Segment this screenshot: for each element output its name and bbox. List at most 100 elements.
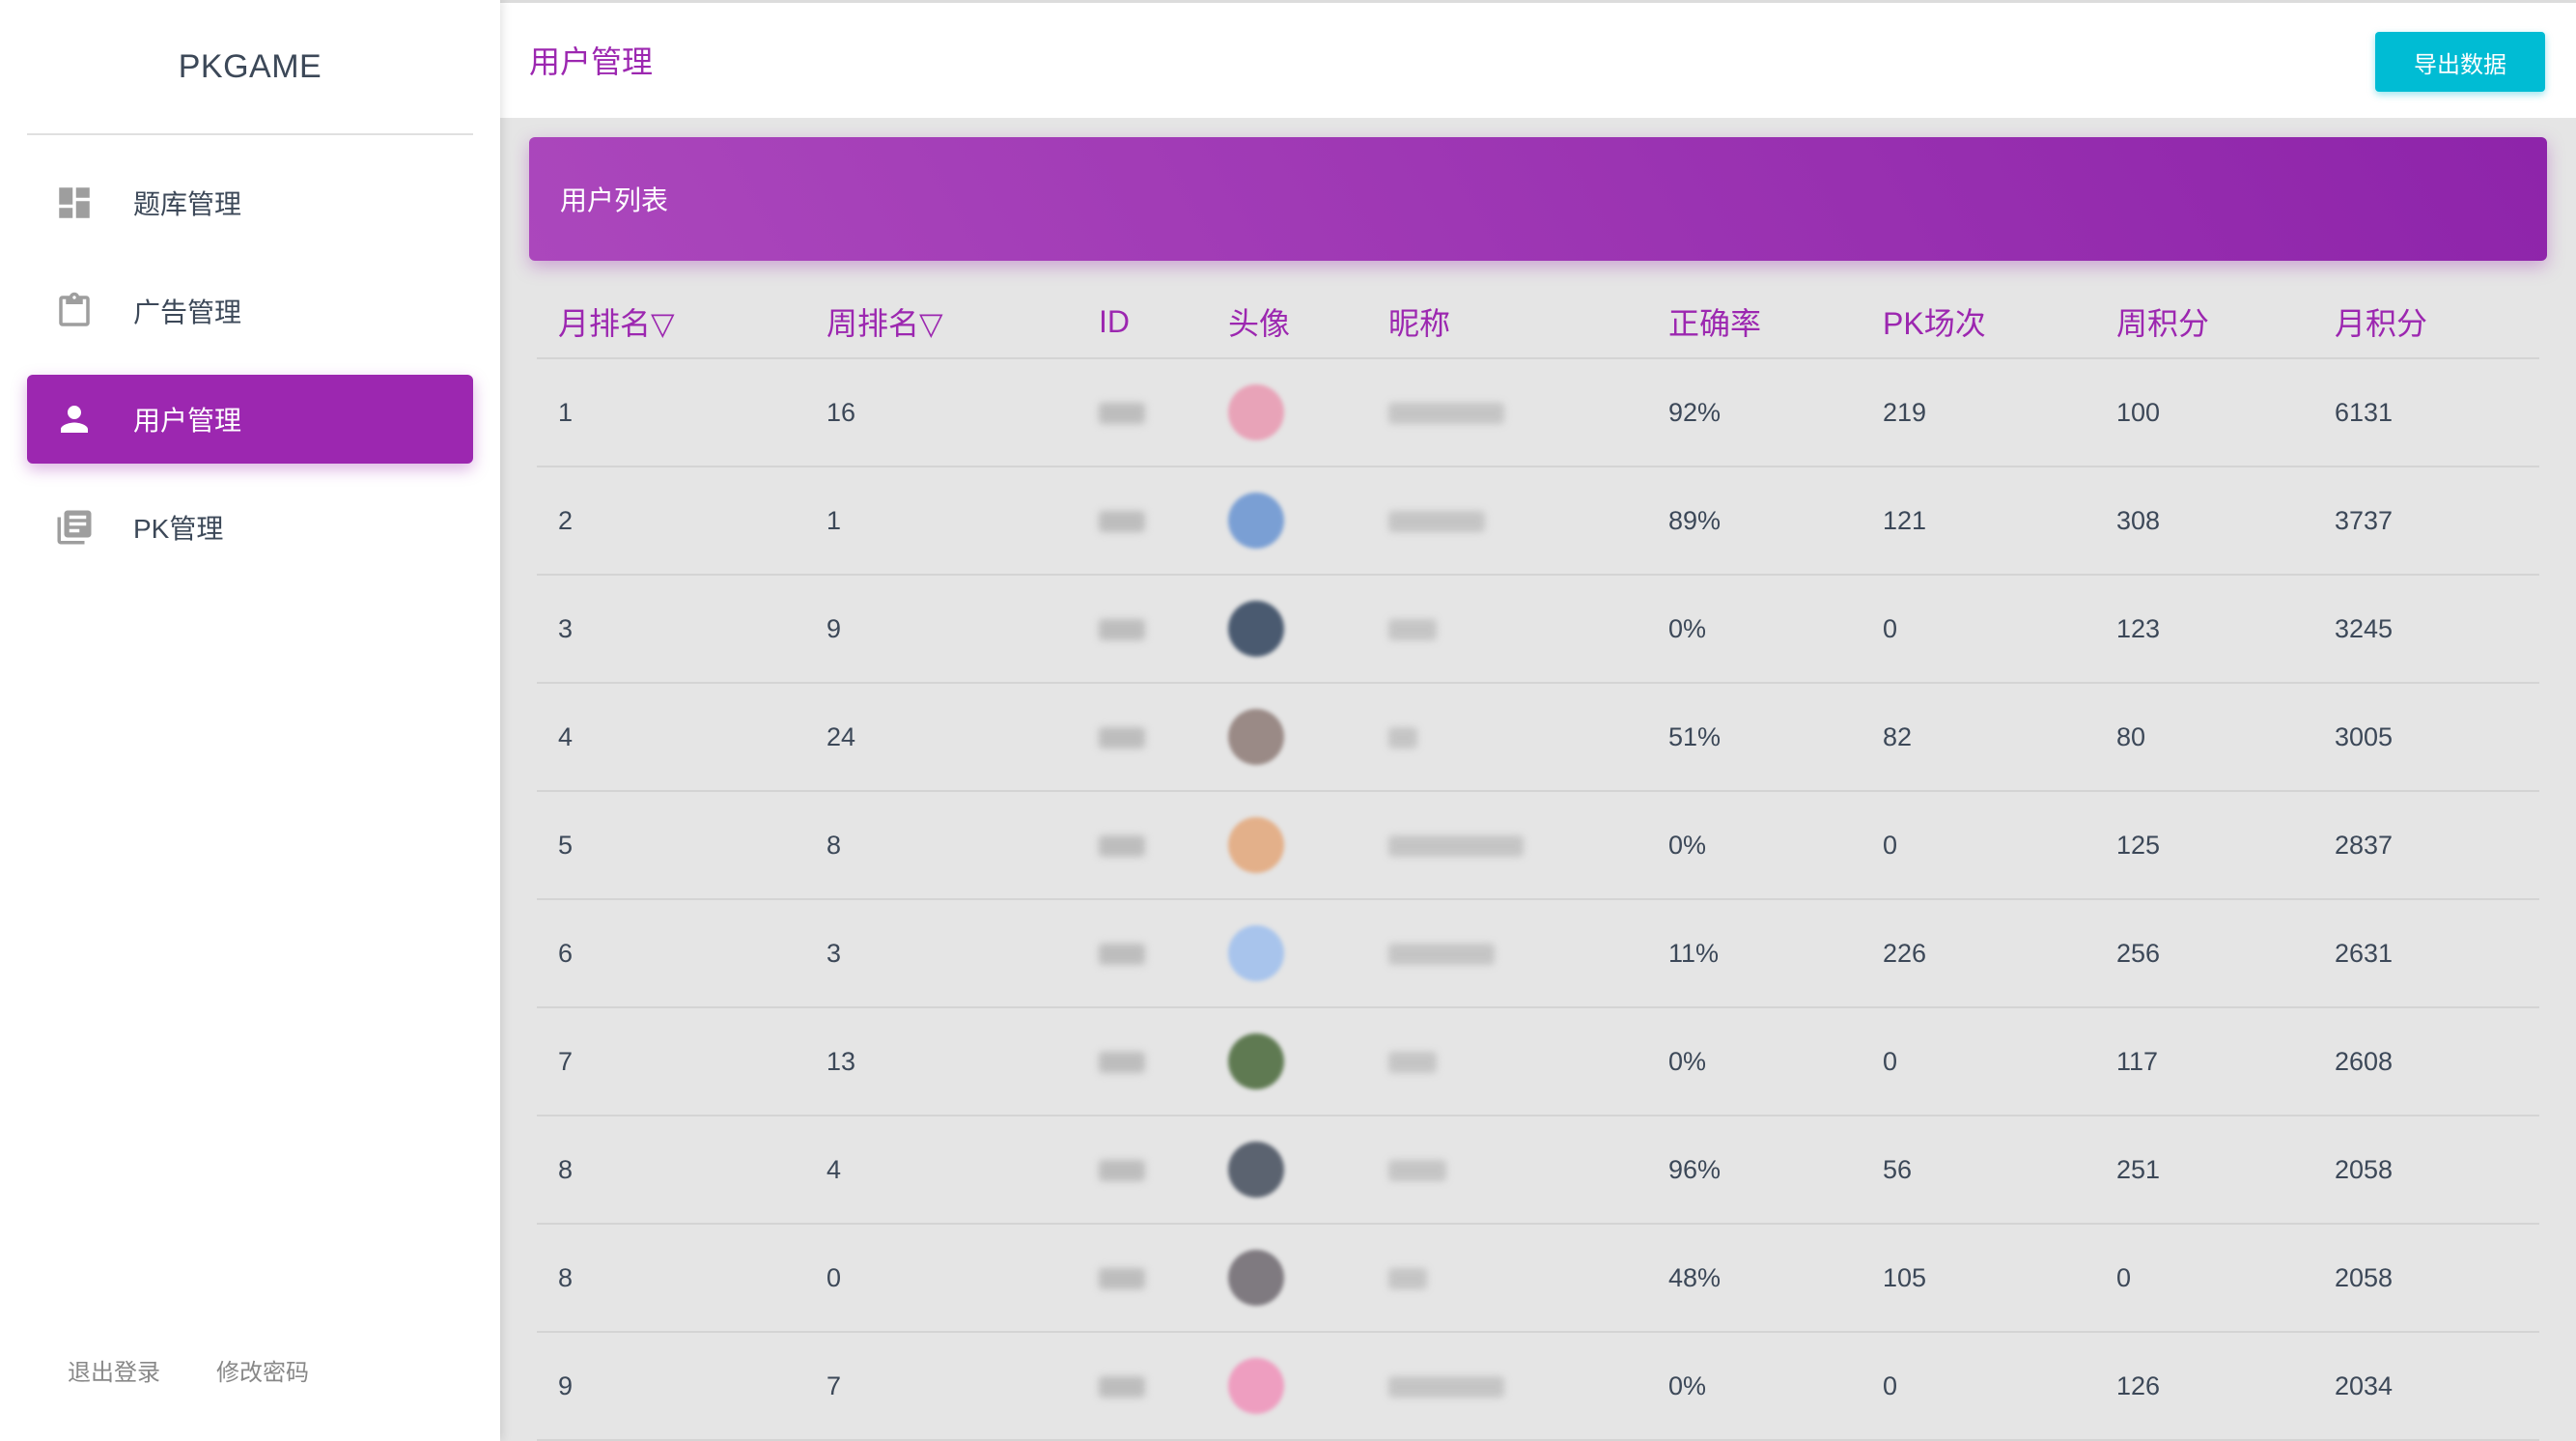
table-row: 9 7 0% 0 126 2034 [537, 1332, 2539, 1441]
cell-accuracy: 0% [1647, 1007, 1862, 1116]
redacted-id [1099, 511, 1145, 533]
cell-week-score: 123 [2095, 575, 2313, 684]
redacted-nickname [1388, 835, 1524, 858]
cell-week-rank: 16 [805, 358, 1078, 467]
sidebar-item-label: 广告管理 [133, 297, 242, 327]
cell-week-score: 117 [2095, 1007, 2313, 1116]
header-accuracy: 正确率 [1647, 286, 1862, 359]
table-row: 3 9 0% 0 123 3245 [537, 575, 2539, 684]
cell-week-score: 251 [2095, 1116, 2313, 1225]
sidebar-item-pk[interactable]: PK管理 [27, 483, 473, 572]
cell-month-rank: 7 [537, 1007, 805, 1116]
redacted-id [1099, 1052, 1145, 1074]
card-header: 用户列表 [529, 137, 2547, 261]
cell-nickname-redacted [1367, 791, 1647, 900]
cell-month-score: 2058 [2313, 1224, 2539, 1333]
redacted-id [1099, 835, 1145, 858]
table-row: 8 4 96% 56 251 2058 [537, 1116, 2539, 1225]
cell-pk-count: 121 [1862, 466, 2095, 576]
cell-id-redacted [1078, 683, 1207, 792]
redacted-id [1099, 1268, 1145, 1290]
avatar [1228, 1358, 1284, 1414]
page-title: 用户管理 [529, 44, 654, 79]
cell-month-rank: 2 [537, 466, 805, 576]
sidebar-footer: 退出登录 修改密码 [68, 1353, 309, 1387]
export-data-button[interactable]: 导出数据 [2375, 32, 2545, 92]
header-month-rank[interactable]: 月排名▽ [537, 286, 805, 359]
cell-nickname-redacted [1367, 358, 1647, 467]
cell-week-score: 256 [2095, 899, 2313, 1008]
cell-month-rank: 8 [537, 1224, 805, 1333]
sidebar-item-users[interactable]: 用户管理 [27, 375, 473, 464]
redacted-nickname [1388, 511, 1485, 533]
redacted-id [1099, 727, 1145, 749]
cell-id-redacted [1078, 466, 1207, 576]
cell-pk-count: 56 [1862, 1116, 2095, 1225]
logout-link[interactable]: 退出登录 [68, 1353, 160, 1387]
cell-id-redacted [1078, 1224, 1207, 1333]
cell-week-score: 126 [2095, 1332, 2313, 1441]
cell-nickname-redacted [1367, 1007, 1647, 1116]
table-row: 6 3 11% 226 256 2631 [537, 899, 2539, 1008]
top-bar: 用户管理 导出数据 [500, 0, 2576, 118]
cell-month-score: 2608 [2313, 1007, 2539, 1116]
cell-week-rank: 8 [805, 791, 1078, 900]
avatar [1228, 384, 1284, 440]
cell-month-rank: 6 [537, 899, 805, 1008]
redacted-nickname [1388, 1376, 1504, 1399]
avatar [1228, 1142, 1284, 1198]
cell-week-rank: 9 [805, 575, 1078, 684]
cell-week-rank: 7 [805, 1332, 1078, 1441]
table-body: 1 16 92% 219 100 6131 2 1 89% 121 3 0 8 3737 3 9 0% 0 123 3… [537, 358, 2539, 1441]
cell-accuracy: 51% [1647, 683, 1862, 792]
cell-week-score: 100 [2095, 358, 2313, 467]
cell-pk-count: 0 [1862, 791, 2095, 900]
cell-id-redacted [1078, 1007, 1207, 1116]
redacted-nickname [1388, 1160, 1446, 1182]
cell-id-redacted [1078, 1116, 1207, 1225]
cell-accuracy: 96% [1647, 1116, 1862, 1225]
table-row: 5 8 0% 0 125 2837 [537, 791, 2539, 900]
cell-id-redacted [1078, 575, 1207, 684]
cell-week-rank: 3 [805, 899, 1078, 1008]
header-week-score: 周积分 [2095, 286, 2313, 359]
sidebar-item-ads[interactable]: 广告管理 [27, 267, 473, 355]
redacted-nickname [1388, 403, 1504, 425]
header-week-rank[interactable]: 周排名▽ [805, 286, 1078, 359]
redacted-nickname [1388, 619, 1437, 641]
cell-accuracy: 48% [1647, 1224, 1862, 1333]
cell-accuracy: 0% [1647, 1332, 1862, 1441]
change-password-link[interactable]: 修改密码 [216, 1353, 309, 1387]
table-row: 1 16 92% 219 100 6131 [537, 358, 2539, 467]
header-pk-count: PK场次 [1862, 286, 2095, 359]
cell-id-redacted [1078, 791, 1207, 900]
cell-avatar [1207, 466, 1367, 576]
table-row: 8 0 48% 105 0 2058 [537, 1224, 2539, 1333]
card-title: 用户列表 [560, 185, 669, 215]
cell-nickname-redacted [1367, 575, 1647, 684]
cell-avatar [1207, 1116, 1367, 1225]
redacted-id [1099, 944, 1145, 966]
cell-week-rank: 4 [805, 1116, 1078, 1225]
cell-id-redacted [1078, 358, 1207, 467]
sidebar-item-question-bank[interactable]: 题库管理 [27, 158, 473, 247]
table-header-row: 月排名▽ 周排名▽ ID 头像 昵称 正确率 PK场次 周积分 月积分 [537, 286, 2539, 359]
library-books-icon [54, 507, 95, 548]
cell-month-score: 3737 [2313, 466, 2539, 576]
cell-nickname-redacted [1367, 899, 1647, 1008]
sidebar-item-label: 题库管理 [133, 189, 242, 219]
cell-accuracy: 89% [1647, 466, 1862, 576]
cell-nickname-redacted [1367, 683, 1647, 792]
cell-pk-count: 105 [1862, 1224, 2095, 1333]
cell-pk-count: 82 [1862, 683, 2095, 792]
cell-month-rank: 5 [537, 791, 805, 900]
header-month-score: 月积分 [2313, 286, 2539, 359]
cell-month-rank: 8 [537, 1116, 805, 1225]
cell-month-rank: 1 [537, 358, 805, 467]
cell-month-score: 2631 [2313, 899, 2539, 1008]
cell-avatar [1207, 1332, 1367, 1441]
redacted-id [1099, 403, 1145, 425]
cell-avatar [1207, 899, 1367, 1008]
cell-avatar [1207, 575, 1367, 684]
sidebar-item-label: 用户管理 [133, 406, 242, 436]
